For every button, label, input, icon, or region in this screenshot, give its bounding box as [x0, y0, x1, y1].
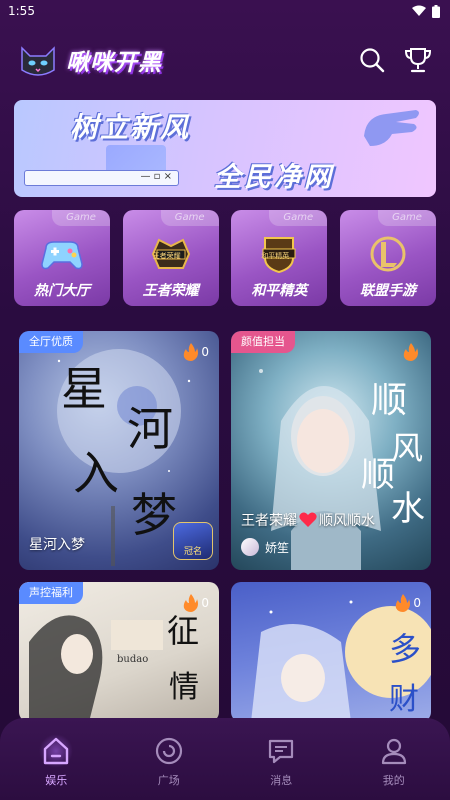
- category-label: 热门大厅: [34, 283, 90, 299]
- category-league-mobile[interactable]: Game 联盟手游: [339, 210, 436, 306]
- room-art-text: 水: [391, 489, 425, 529]
- room-card[interactable]: 多 财 0: [231, 582, 431, 722]
- tab-profile[interactable]: 我的: [354, 734, 434, 788]
- flame-icon: [184, 594, 199, 612]
- room-heat: 0: [395, 594, 421, 612]
- league-icon: [370, 236, 406, 272]
- gamepad-icon: [41, 241, 83, 270]
- room-title: 星河入梦: [29, 537, 85, 553]
- message-icon: [269, 739, 294, 764]
- tab-label: 广场: [157, 774, 180, 787]
- banner-subheadline: 全民净网: [214, 162, 334, 193]
- banner-window-graphic: — ▫ ×: [24, 170, 179, 186]
- room-named-badge-label: 冠名: [183, 547, 202, 557]
- room-tag: 声控福利: [19, 582, 83, 604]
- room-heat-count: 0: [413, 596, 421, 610]
- room-title: 王者荣耀 顺风顺水: [241, 510, 375, 530]
- category-honor-of-kings[interactable]: Game 王者荣耀 王者荣耀: [122, 210, 219, 306]
- room-host-name: 娇笙: [265, 540, 290, 555]
- heart-icon: [299, 512, 317, 527]
- app-logo-cat-icon: [21, 46, 55, 76]
- room-tag: 全厅优质: [19, 331, 83, 353]
- category-hot-hall[interactable]: Game 热门大厅: [14, 210, 110, 306]
- room-art-text: 情: [169, 670, 199, 705]
- room-heat: [403, 343, 421, 361]
- ranking-button[interactable]: [404, 46, 432, 74]
- tab-messages[interactable]: 消息: [241, 734, 321, 788]
- room-art-text: 顺: [371, 380, 408, 421]
- bottom-tab-bar: 娱乐 广场 消息 我的: [0, 718, 450, 800]
- banner-window-controls: — ▫ ×: [140, 171, 172, 182]
- category-label: 王者荣耀: [142, 283, 199, 299]
- flame-icon: [403, 343, 418, 361]
- avatar: [241, 538, 259, 556]
- room-art-text: 风: [391, 429, 424, 467]
- room-card[interactable]: 征 情 budao 声控福利 0: [19, 582, 219, 722]
- room-art-text: 梦: [131, 488, 177, 542]
- banner-headline: 树立新风: [70, 111, 191, 144]
- tab-label: 我的: [382, 774, 405, 787]
- game-categories: Game 热门大厅 Game 王者荣耀 王者荣耀 Game 和平精英 和平精英 …: [14, 210, 436, 306]
- trophy-icon: [404, 48, 432, 73]
- app-header: 啾咪开黑: [18, 38, 432, 82]
- home-icon: [44, 737, 69, 765]
- category-label: 联盟手游: [359, 283, 416, 299]
- room-heat: 0: [183, 594, 209, 612]
- category-tab-label: Game: [377, 210, 436, 226]
- wifi-icon: [412, 5, 426, 16]
- profile-icon: [381, 738, 406, 765]
- square-icon: [155, 737, 182, 765]
- search-button[interactable]: [358, 46, 386, 74]
- tab-label: 消息: [270, 774, 293, 787]
- tab-label: 娱乐: [45, 774, 68, 787]
- room-title-left: 王者荣耀: [241, 513, 297, 529]
- tab-entertainment[interactable]: 娱乐: [16, 734, 96, 788]
- category-tab-label: Game: [160, 210, 219, 226]
- room-heat-count: 0: [201, 345, 209, 359]
- flame-icon: [184, 343, 199, 361]
- status-time: 1:55: [8, 4, 35, 18]
- room-heat: 0: [183, 343, 209, 361]
- room-tag: 颜值担当: [231, 331, 295, 353]
- status-bar: 1:55: [0, 0, 450, 22]
- promo-banner[interactable]: 树立新风 — ▫ × 全民净网: [14, 100, 436, 197]
- room-card[interactable]: 星 河 入 梦 全厅优质 0 星河入梦 冠名: [19, 331, 219, 570]
- category-peace-elite[interactable]: Game 和平精英 和平精英: [231, 210, 328, 306]
- search-icon: [360, 48, 385, 73]
- battery-icon: [432, 4, 440, 18]
- hand-icon: [364, 110, 419, 146]
- room-card[interactable]: 顺 风 顺 水 颜值担当 王者荣耀 顺风顺水 娇笙: [231, 331, 431, 570]
- room-host: 娇笙: [241, 538, 289, 556]
- room-heat-count: 0: [201, 596, 209, 610]
- category-game-badge: 和平精英: [261, 252, 290, 260]
- flame-icon: [396, 594, 411, 612]
- category-game-badge: 王者荣耀: [152, 252, 181, 260]
- app-title: 啾咪开黑: [66, 50, 162, 76]
- room-art-text: 河: [127, 402, 173, 456]
- category-tab-label: Game: [52, 210, 110, 226]
- tab-square[interactable]: 广场: [129, 734, 209, 788]
- room-art-text: 征: [167, 612, 200, 650]
- room-art-text: 入: [73, 446, 119, 500]
- room-title-right: 顺风顺水: [319, 513, 375, 529]
- room-art-text: 财: [389, 682, 419, 717]
- room-small-text: budao: [117, 654, 149, 665]
- category-label: 和平精英: [251, 283, 308, 299]
- room-art-text: 顺: [361, 455, 395, 495]
- room-art-text: 星: [61, 362, 107, 416]
- room-art-text: 多: [389, 630, 422, 668]
- category-tab-label: Game: [269, 210, 328, 226]
- room-named-badge: 冠名: [173, 522, 213, 560]
